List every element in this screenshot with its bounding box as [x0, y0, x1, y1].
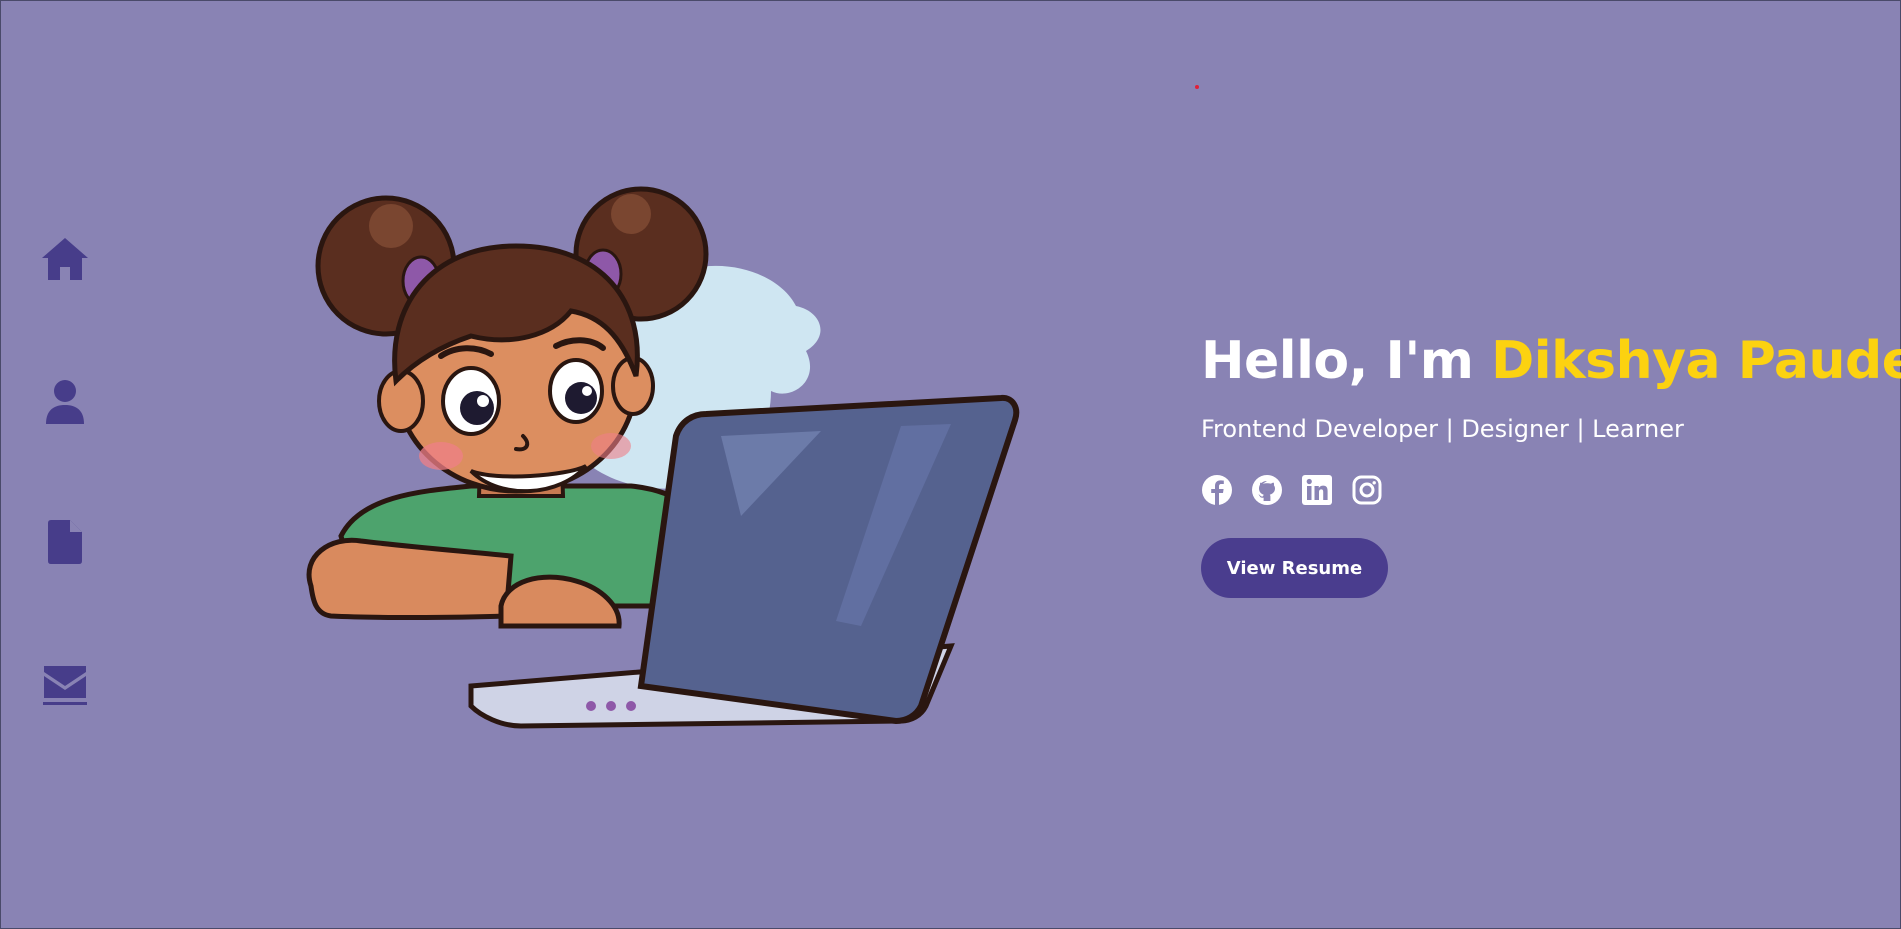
- greeting-text: Hello, I'm: [1201, 331, 1492, 391]
- linkedin-link[interactable]: [1301, 474, 1333, 506]
- linkedin-icon: [1302, 475, 1332, 505]
- instagram-link[interactable]: [1351, 474, 1383, 506]
- user-icon: [46, 380, 84, 424]
- nav-resume[interactable]: [39, 516, 91, 568]
- hero-subtitle: Frontend Developer | Designer | Learner: [1201, 415, 1684, 443]
- file-icon: [48, 520, 82, 564]
- view-resume-button[interactable]: View Resume: [1201, 538, 1388, 598]
- envelope-icon: [43, 666, 87, 705]
- girl-with-laptop-illustration: [306, 186, 1020, 729]
- nav-home[interactable]: [39, 233, 91, 285]
- nav-contact[interactable]: [39, 659, 91, 711]
- nav-about[interactable]: [39, 376, 91, 428]
- social-links: [1201, 474, 1891, 506]
- side-navigation: [1, 1, 131, 928]
- hero-intro: Hello, I'm Dikshya Paudel Frontend Devel…: [1201, 326, 1901, 598]
- github-link[interactable]: [1251, 474, 1283, 506]
- home-icon: [42, 238, 88, 280]
- instagram-icon: [1352, 475, 1382, 505]
- facebook-link[interactable]: [1201, 474, 1233, 506]
- hero-headline: Hello, I'm Dikshya Paudel: [1201, 326, 1901, 396]
- facebook-icon: [1202, 475, 1232, 505]
- decorative-dot: [1195, 85, 1199, 89]
- github-icon: [1252, 475, 1282, 505]
- hero-name: Dikshya Paudel: [1491, 331, 1901, 391]
